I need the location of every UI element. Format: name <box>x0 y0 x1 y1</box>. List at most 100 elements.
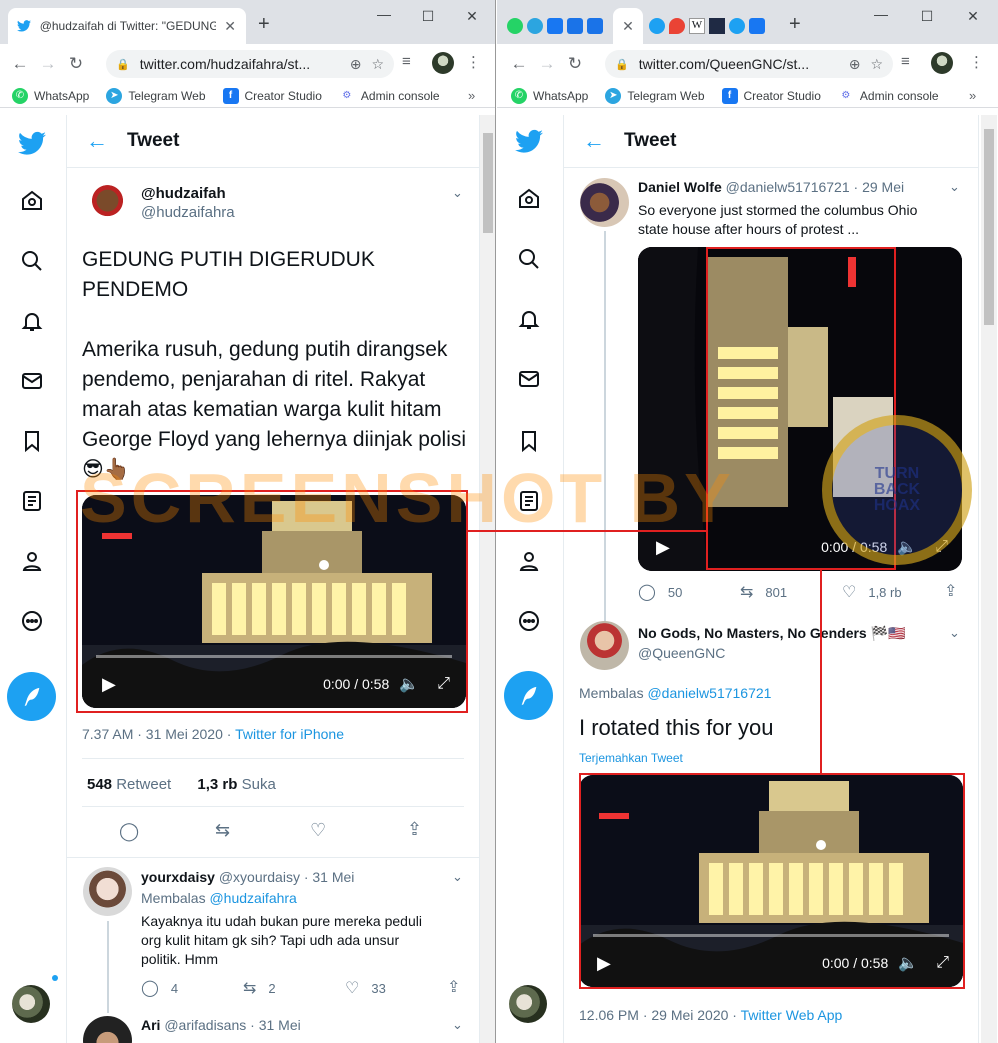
reload-icon[interactable]: ↻ <box>62 54 90 74</box>
tweet-source-link[interactable]: Twitter Web App <box>741 1007 843 1023</box>
queengnc-avatar[interactable] <box>580 621 629 670</box>
more-options-icon[interactable] <box>18 607 46 635</box>
notifications-bell-icon[interactable] <box>515 305 543 333</box>
more-bookmarks-icon[interactable]: » <box>468 88 475 103</box>
chevron-down-icon[interactable]: ⌄ <box>949 179 960 195</box>
chevron-down-icon[interactable]: ⌄ <box>452 185 463 201</box>
ads-icon[interactable] <box>567 18 583 34</box>
forward-nav-icon[interactable]: → <box>533 54 561 74</box>
close-tab-icon[interactable]: ✕ <box>621 18 635 35</box>
reading-list-icon[interactable]: ≡ <box>901 53 910 70</box>
ari-avatar[interactable] <box>83 1016 132 1043</box>
tab-active[interactable]: @hudzaifah di Twitter: "GEDUNG ✕ <box>8 8 246 44</box>
bookmarks-icon[interactable] <box>515 427 543 455</box>
add-icon[interactable]: ⊕ <box>350 56 362 73</box>
reply1-retweet-action[interactable]: ⇆ 2 <box>243 978 276 998</box>
retweet-count[interactable]: 548 Retweet <box>87 776 171 793</box>
ads-icon[interactable] <box>587 18 603 34</box>
minimize-icon[interactable]: — <box>867 6 895 22</box>
bookmark-creator-studio[interactable]: f Creator Studio <box>721 87 821 104</box>
telegram-icon[interactable] <box>527 18 543 34</box>
twitter-logo-icon[interactable] <box>18 129 46 157</box>
tweet1-like-action[interactable]: ♡ 1,8 rb <box>842 582 902 602</box>
yourxdaisy-avatar[interactable] <box>83 867 132 916</box>
profile-avatar[interactable] <box>931 52 953 74</box>
like-heart-icon[interactable]: ♡ <box>310 820 326 841</box>
minimize-icon[interactable]: — <box>370 6 398 22</box>
lists-icon[interactable] <box>515 487 543 515</box>
whatsapp-icon[interactable] <box>507 18 523 34</box>
reading-list-icon[interactable]: ≡ <box>402 53 411 70</box>
messages-mail-icon[interactable] <box>515 365 543 393</box>
notifications-bell-icon[interactable] <box>18 307 46 335</box>
home-icon[interactable] <box>18 187 46 215</box>
maximize-icon[interactable]: ☐ <box>913 8 941 25</box>
chevron-down-icon[interactable]: ⌄ <box>949 625 960 641</box>
share-icon[interactable]: ⇪ <box>447 977 460 997</box>
menu-icon[interactable]: ⋮ <box>466 53 481 71</box>
bookmark-admin-console[interactable]: ⚙ Admin console <box>338 87 440 104</box>
new-tab-button[interactable]: + <box>258 13 270 36</box>
close-window-icon[interactable]: ✕ <box>458 8 486 25</box>
reply1-like-action[interactable]: ♡ 33 <box>345 978 386 998</box>
facebook-icon[interactable] <box>547 18 563 34</box>
forward-nav-icon[interactable]: → <box>34 54 62 74</box>
explore-search-icon[interactable] <box>18 247 46 275</box>
menu-icon[interactable]: ⋮ <box>969 53 984 71</box>
replying-to-link[interactable]: @danielw51716721 <box>647 685 771 701</box>
twitter-bird-icon[interactable] <box>649 18 665 34</box>
bookmark-creator-studio[interactable]: f Creator Studio <box>222 87 322 104</box>
maximize-icon[interactable]: ☐ <box>414 8 442 25</box>
hudzaifah-avatar[interactable] <box>83 181 132 230</box>
address-bar[interactable]: 🔒 twitter.com/hudzaifahra/st... ⊕ ☆ <box>106 50 394 78</box>
close-tab-icon[interactable]: ✕ <box>222 18 238 35</box>
tweet1-header[interactable]: Daniel Wolfe @danielw51716721 · 29 Mei <box>638 179 904 195</box>
reload-icon[interactable]: ↻ <box>561 54 589 74</box>
bookmark-admin-console[interactable]: ⚙ Admin console <box>837 87 939 104</box>
bookmark-whatsapp[interactable]: ✆ WhatsApp <box>511 87 588 104</box>
new-tab-button[interactable]: + <box>789 13 801 36</box>
scrollbar[interactable] <box>480 115 495 1043</box>
messages-mail-icon[interactable] <box>18 367 46 395</box>
back-nav-icon[interactable]: ← <box>505 54 533 74</box>
more-bookmarks-icon[interactable]: » <box>969 88 976 103</box>
daniel-wolfe-avatar[interactable] <box>580 178 629 227</box>
tab-active[interactable]: ✕ <box>613 8 643 44</box>
translate-tweet-link[interactable]: Terjemahkan Tweet <box>579 751 683 765</box>
chevron-down-icon[interactable]: ⌄ <box>452 1017 463 1033</box>
compose-tweet-button[interactable] <box>504 671 553 720</box>
profile-icon[interactable] <box>18 547 46 575</box>
tweet1-reply-action[interactable]: ◯ 50 <box>638 582 682 602</box>
facebook-icon[interactable] <box>749 18 765 34</box>
address-bar[interactable]: 🔒 twitter.com/QueenGNC/st... ⊕ ☆ <box>605 50 893 78</box>
twitter-bird-icon[interactable] <box>729 18 745 34</box>
back-nav-icon[interactable]: ← <box>6 54 34 74</box>
scrollbar[interactable] <box>981 115 997 1043</box>
bookmark-star-icon[interactable]: ☆ <box>371 56 384 73</box>
tweet-author[interactable]: @hudzaifah @hudzaifahra <box>141 185 235 221</box>
bookmark-whatsapp[interactable]: ✆ WhatsApp <box>12 87 89 104</box>
profile-icon[interactable] <box>515 547 543 575</box>
profile-avatar[interactable] <box>432 52 454 74</box>
explore-search-icon[interactable] <box>515 245 543 273</box>
more-options-icon[interactable] <box>515 607 543 635</box>
back-arrow-icon[interactable]: ← <box>564 128 624 154</box>
back-arrow-icon[interactable]: ← <box>67 128 127 154</box>
share-icon[interactable]: ⇪ <box>944 581 957 601</box>
account-avatar[interactable] <box>12 985 50 1023</box>
bookmark-star-icon[interactable]: ☆ <box>870 56 883 73</box>
reply2-header[interactable]: Ari @arifadisans · 31 Mei <box>141 1017 301 1033</box>
like-count[interactable]: 1,3 rb Suka <box>197 776 275 793</box>
news-icon[interactable] <box>709 18 725 34</box>
tweet2-author[interactable]: No Gods, No Masters, No Genders 🏁🇺🇸 @Que… <box>638 625 905 661</box>
add-icon[interactable]: ⊕ <box>849 56 861 73</box>
retweet-icon[interactable]: ⇆ <box>215 820 230 841</box>
bookmark-telegram[interactable]: ➤ Telegram Web <box>106 87 206 104</box>
account-avatar[interactable] <box>509 985 547 1023</box>
share-icon[interactable]: ⇪ <box>407 819 422 840</box>
replying-to-link[interactable]: @hudzaifahra <box>209 890 296 906</box>
lists-icon[interactable] <box>18 487 46 515</box>
compose-tweet-button[interactable] <box>7 672 56 721</box>
wikipedia-icon[interactable]: W <box>689 18 705 34</box>
bookmarks-icon[interactable] <box>18 427 46 455</box>
